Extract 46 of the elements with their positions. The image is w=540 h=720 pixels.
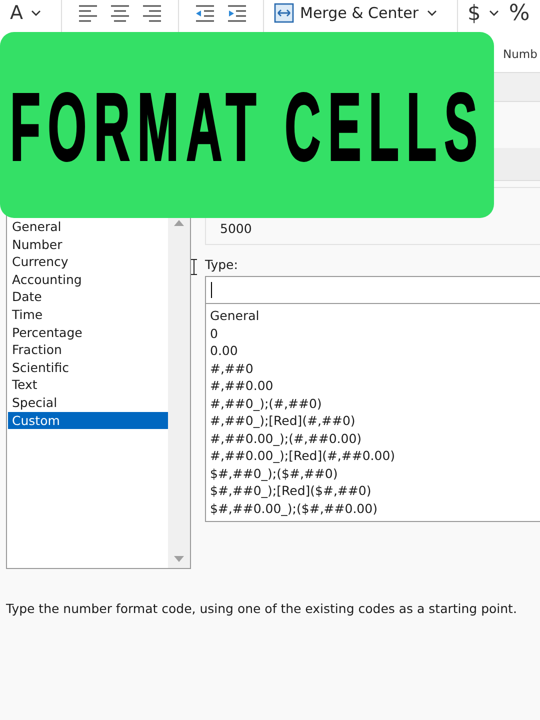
format-code-item[interactable]: $#,##0_);[Red]($#,##0) [210,482,540,500]
group-label: Numb [503,47,538,61]
type-label: Type: [205,256,239,274]
banner-title: FORMAT CELLS [10,80,485,176]
format-code-item[interactable]: #,##0.00 [210,377,540,394]
category-item[interactable]: Fraction [8,341,168,359]
text-cursor-icon [191,259,197,275]
category-item[interactable]: Currency [8,253,168,271]
caret-icon[interactable] [31,10,41,16]
format-code-item[interactable]: 0 [210,324,540,342]
format-code-item[interactable]: #,##0.00_);[Red](#,##0.00) [210,447,540,464]
merge-center-button[interactable]: Merge & Center [274,3,419,23]
caret-icon[interactable] [488,10,499,16]
sample-value: 5000 [220,221,253,236]
category-item[interactable]: General [8,218,168,236]
font-color-label[interactable]: A [10,2,23,24]
format-code-item[interactable]: #,##0_);[Red](#,##0) [210,412,540,430]
category-item[interactable]: Accounting [8,270,168,288]
format-code-item[interactable]: General [210,307,540,324]
type-list[interactable]: General 0 0.00 #,##0 #,##0.00 #,##0_);(#,##0) #,##0_);[Red](#,##0) #,##0.00_);(#,##0.00) #,##0.00_);[Red](#,##0.00) $#,##0_);($#,##0) $#,##0_);[Red]($#,##0) $#,##0.00_);($#,##0.00) [205,304,540,522]
format-code-item[interactable]: $#,##0_);($#,##0) [210,464,540,482]
merge-icon [274,3,294,23]
format-code-item[interactable]: 0.00 [210,342,540,360]
category-item[interactable]: Custom [8,412,168,430]
align-center-icon[interactable] [110,4,130,22]
category-list[interactable]: General Number Currency Accounting Date Time Percentage Fraction Scientific Text Special Custom [6,213,191,569]
description-text: Type the number format code, using one of the existing codes as a starting point. [5,600,518,616]
category-item[interactable]: Special [8,394,168,412]
caret-icon[interactable] [426,10,437,16]
format-code-item[interactable]: #,##0_);(#,##0) [210,394,540,412]
category-item[interactable]: Date [8,288,168,306]
category-item[interactable]: Number [8,236,168,254]
category-item[interactable]: Percentage [8,324,168,342]
align-right-icon[interactable] [142,4,162,22]
format-code-item[interactable]: $#,##0.00_);($#,##0.00) [210,500,540,517]
format-code-item[interactable]: #,##0.00_);(#,##0.00) [210,430,540,447]
currency-button[interactable]: $ [468,1,481,25]
category-item[interactable]: Text [8,376,168,394]
align-left-icon[interactable] [78,4,98,22]
category-item[interactable]: Time [8,306,168,324]
format-code-item[interactable]: #,##0 [210,360,540,377]
decrease-indent-icon[interactable] [195,4,215,22]
category-item[interactable]: Scientific [8,358,168,376]
type-field[interactable] [205,276,540,304]
increase-indent-icon[interactable] [227,4,247,22]
percent-button[interactable]: % [508,0,530,26]
